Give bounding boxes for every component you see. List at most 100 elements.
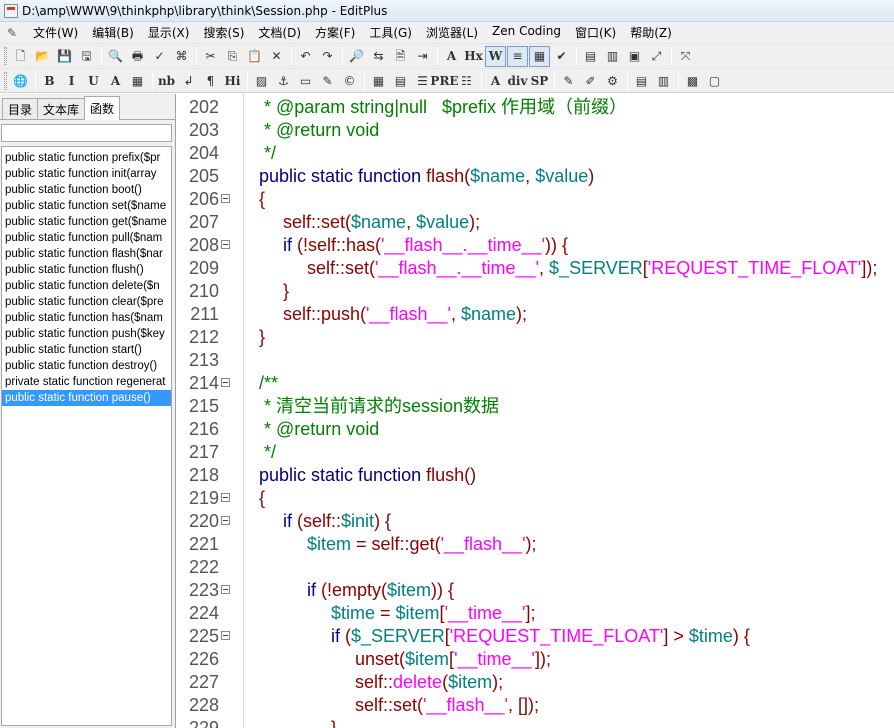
code-line[interactable]: 207 self::set($name, $value);: [177, 211, 894, 234]
function-list-item[interactable]: public static function prefix($pr: [2, 150, 171, 166]
script-icon[interactable]: ✎: [558, 70, 579, 91]
panel-tab[interactable]: 函数: [84, 96, 121, 120]
print-preview-icon[interactable]: 🔍: [105, 46, 126, 67]
function-list-item[interactable]: public static function init(array: [2, 166, 171, 182]
toolbar-grip[interactable]: [4, 47, 7, 65]
special-char-icon[interactable]: ©: [339, 70, 360, 91]
fold-toggle-icon[interactable]: [221, 493, 230, 502]
spell-check-icon[interactable]: ✔: [551, 46, 572, 67]
code-line[interactable]: 210}: [177, 280, 894, 303]
code-line[interactable]: 220 if (self::$init) {: [177, 510, 894, 533]
output-window-icon[interactable]: ▣: [624, 46, 645, 67]
function-list-item[interactable]: public static function boot(): [2, 182, 171, 198]
html-toolbar-icon[interactable]: ▤: [631, 70, 652, 91]
font-tag-icon[interactable]: A: [485, 70, 506, 91]
code-line[interactable]: 216 * @return void: [177, 418, 894, 441]
bold-icon[interactable]: B: [39, 70, 60, 91]
cut-icon[interactable]: ✂: [200, 46, 221, 67]
menu-zen[interactable]: Zen Coding: [485, 24, 568, 41]
find-icon[interactable]: 🔎: [346, 46, 367, 67]
function-list-item[interactable]: public static function flash($nar: [2, 246, 171, 262]
menu-help[interactable]: 帮助(Z): [623, 24, 679, 41]
copy-icon[interactable]: ⎘: [222, 46, 243, 67]
code-line[interactable]: 225 if ($_SERVER['REQUEST_TIME_FLOAT'] > …: [177, 625, 894, 648]
code-line[interactable]: 202 * @param string|null $prefix 作用域（前缀）: [177, 96, 894, 119]
code-line[interactable]: 221 $item = self::get('__flash__');: [177, 533, 894, 556]
fold-toggle-icon[interactable]: [221, 194, 230, 203]
heading-icon[interactable]: Hi: [222, 70, 243, 91]
table-icon[interactable]: ▦: [368, 70, 389, 91]
line-break-icon[interactable]: ↲: [178, 70, 199, 91]
cliptext-window-icon[interactable]: ▤: [580, 46, 601, 67]
function-list-item[interactable]: public static function push($key: [2, 326, 171, 342]
spellcheck-icon[interactable]: ✓: [149, 46, 170, 67]
toolbar-grip[interactable]: [4, 71, 7, 90]
open-file-icon[interactable]: 📂: [32, 46, 53, 67]
anchor-icon[interactable]: ⚓: [273, 70, 294, 91]
help-pointer-icon[interactable]: ⤧: [675, 46, 696, 67]
color-swatch-icon[interactable]: ▩: [682, 70, 703, 91]
word-wrap-icon[interactable]: W: [485, 45, 506, 67]
comment-icon[interactable]: ✎: [317, 70, 338, 91]
paste-icon[interactable]: 📋: [244, 46, 265, 67]
user-toolbar-icon[interactable]: ▢: [704, 70, 725, 91]
function-filter-input[interactable]: [1, 124, 172, 142]
code-line[interactable]: 223 if (!empty($item)) {: [177, 579, 894, 602]
redo-icon[interactable]: ↷: [317, 46, 338, 67]
menu-document[interactable]: 文档(D): [251, 24, 308, 41]
underline-icon[interactable]: U: [83, 70, 104, 91]
code-line[interactable]: 209 self::set('__flash__.__time__', $_SER…: [177, 257, 894, 280]
function-list-item[interactable]: public static function destroy(): [2, 358, 171, 374]
code-line[interactable]: 227 self::delete($item);: [177, 671, 894, 694]
undo-icon[interactable]: ↶: [295, 46, 316, 67]
fold-toggle-icon[interactable]: [221, 631, 230, 640]
directory-window-icon[interactable]: ▥: [602, 46, 623, 67]
color-picker-icon[interactable]: ▦: [127, 70, 148, 91]
code-line[interactable]: 213: [177, 349, 894, 372]
font-color-icon[interactable]: A: [105, 70, 126, 91]
fold-toggle-icon[interactable]: [221, 378, 230, 387]
browser-preview-icon[interactable]: ⌘: [171, 46, 192, 67]
code-line[interactable]: 222: [177, 556, 894, 579]
function-list-item[interactable]: public static function set($name: [2, 198, 171, 214]
code-line[interactable]: 218 public static function flush(): [177, 464, 894, 487]
panel-tab[interactable]: 目录: [2, 98, 39, 119]
web-browser-icon[interactable]: 🌐: [10, 70, 31, 91]
div-icon[interactable]: div: [507, 70, 528, 91]
menu-file[interactable]: 文件(W): [26, 24, 85, 41]
panel-tab[interactable]: 文本库: [37, 98, 86, 119]
code-line[interactable]: 211 self::push('__flash__', $name);: [177, 303, 894, 326]
replace-icon[interactable]: ⇆: [368, 46, 389, 67]
fold-toggle-icon[interactable]: [221, 585, 230, 594]
print-icon[interactable]: 🖶: [127, 46, 148, 67]
span-icon[interactable]: SP: [529, 70, 550, 91]
list-icon[interactable]: ☷: [456, 70, 477, 91]
function-list-item[interactable]: public static function flush(): [2, 262, 171, 278]
code-line[interactable]: 214 /**: [177, 372, 894, 395]
code-line[interactable]: 219 {: [177, 487, 894, 510]
line-number-icon[interactable]: ≡: [507, 45, 528, 67]
fullscreen-icon[interactable]: ⤢: [646, 46, 667, 67]
function-list-item[interactable]: public static function pause(): [2, 390, 171, 406]
find-in-files-icon[interactable]: 🗎: [390, 46, 411, 67]
horizontal-rule-icon[interactable]: ▭: [295, 70, 316, 91]
save-icon[interactable]: 💾: [54, 46, 75, 67]
code-editor[interactable]: 202 * @param string|null $prefix 作用域（前缀）…: [177, 94, 894, 728]
code-line[interactable]: 228 self::set('__flash__', []);: [177, 694, 894, 717]
code-line[interactable]: 217 */: [177, 441, 894, 464]
code-line[interactable]: 229}: [177, 717, 894, 728]
code-line[interactable]: 224 $time = $item['__time__'];: [177, 602, 894, 625]
code-line[interactable]: 203 * @return void: [177, 119, 894, 142]
menu-search[interactable]: 搜索(S): [196, 24, 251, 41]
menu-view[interactable]: 显示(X): [141, 24, 197, 41]
goto-line-icon[interactable]: ⇥: [412, 46, 433, 67]
code-line[interactable]: 204 */: [177, 142, 894, 165]
css-toolbar-icon[interactable]: ▥: [653, 70, 674, 91]
delete-icon[interactable]: ✕: [266, 46, 287, 67]
menu-window[interactable]: 窗口(K): [568, 24, 623, 41]
new-file-icon[interactable]: 🗋: [10, 46, 31, 67]
form-icon[interactable]: ▤: [390, 70, 411, 91]
function-list-item[interactable]: public static function start(): [2, 342, 171, 358]
function-list-item[interactable]: public static function pull($nam: [2, 230, 171, 246]
menu-browser[interactable]: 浏览器(L): [419, 24, 485, 41]
